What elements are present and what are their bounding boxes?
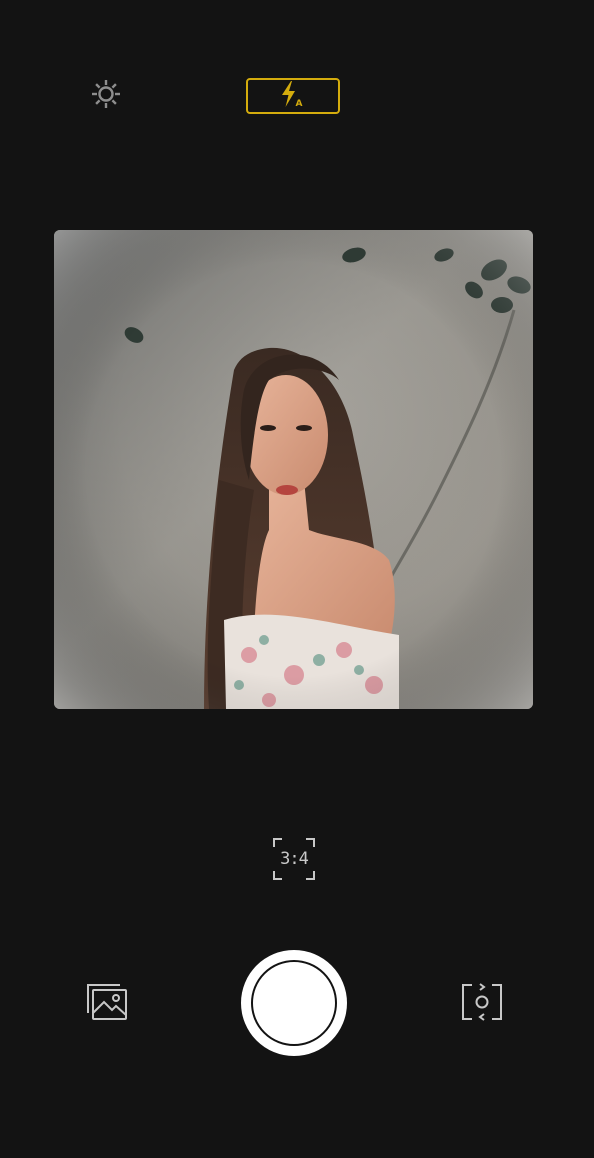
- shutter-button[interactable]: [241, 950, 347, 1056]
- flip-camera-button[interactable]: [460, 982, 504, 1022]
- shutter-inner-ring: [251, 960, 337, 1046]
- flash-mode-button[interactable]: A: [246, 78, 340, 114]
- bottom-bar: [0, 930, 594, 1080]
- flip-camera-icon: [462, 983, 502, 1021]
- flash-mode-letter: A: [296, 99, 303, 108]
- gear-icon: [90, 78, 122, 114]
- gallery-button[interactable]: [85, 982, 129, 1022]
- aspect-ratio-label: 3:4: [280, 849, 309, 869]
- camera-viewfinder[interactable]: [54, 230, 533, 709]
- settings-button[interactable]: [88, 78, 124, 114]
- flash-auto-icon: A: [278, 80, 308, 112]
- aspect-ratio-button[interactable]: 3:4: [273, 838, 315, 880]
- camera-preview-image: [54, 230, 533, 709]
- gallery-icon: [87, 984, 127, 1020]
- top-bar: A: [0, 0, 594, 200]
